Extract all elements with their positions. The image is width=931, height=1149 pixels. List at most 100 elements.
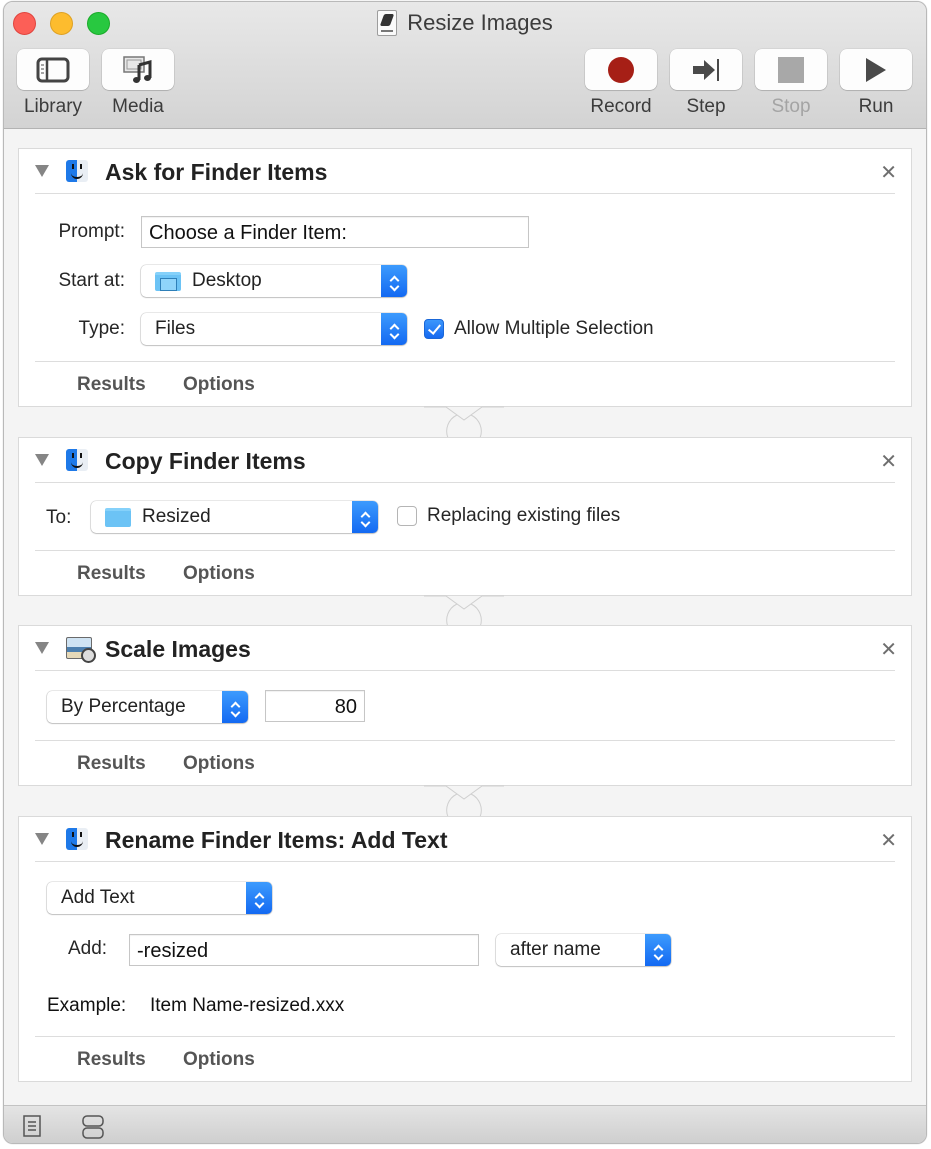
stop-label: Stop [771, 96, 811, 117]
replacing-existing-files-label[interactable]: Replacing existing files [427, 505, 620, 527]
remove-action-button[interactable]: ✕ [880, 160, 897, 185]
media-icon [123, 55, 152, 83]
action-title: Ask for Finder Items [105, 159, 328, 185]
finder-icon [66, 449, 88, 471]
bottom-bar [4, 1105, 926, 1143]
split-view-icon[interactable] [82, 1115, 104, 1139]
to-folder-value: Resized [142, 506, 211, 527]
popup-stepper-icon [381, 265, 407, 297]
remove-action-button[interactable]: ✕ [880, 449, 897, 474]
log-list-icon[interactable] [23, 1115, 41, 1137]
allow-multiple-selection-checkbox[interactable] [424, 319, 444, 339]
action-footer: Results Options [35, 361, 895, 406]
to-folder-popup[interactable]: Resized [91, 501, 378, 533]
results-tab[interactable]: Results [77, 563, 146, 585]
workflow-document-icon [377, 10, 398, 36]
record-button[interactable] [585, 49, 657, 90]
popup-stepper-icon [352, 501, 378, 533]
disclosure-triangle-icon[interactable] [35, 833, 49, 845]
window-title-bar: Resize Images [4, 10, 926, 36]
finder-icon [66, 160, 88, 182]
action-title: Copy Finder Items [105, 448, 306, 474]
record-icon [608, 56, 634, 83]
example-value: Item Name-resized.xxx [150, 995, 345, 1016]
scale-mode-value: By Percentage [61, 696, 186, 717]
options-tab[interactable]: Options [183, 374, 255, 396]
toolbar: Resize Images Library Media Record Step … [4, 2, 926, 129]
action-title: Scale Images [105, 636, 251, 662]
step-label: Step [686, 96, 726, 117]
stop-icon [778, 56, 804, 83]
action-footer: Results Options [35, 550, 895, 595]
finder-icon [66, 828, 88, 850]
disclosure-triangle-icon[interactable] [35, 165, 49, 177]
step-button[interactable] [670, 49, 742, 90]
action-copy-finder-items[interactable]: Copy Finder Items ✕ To: Resized Replacin… [18, 437, 912, 596]
options-tab[interactable]: Options [183, 753, 255, 775]
action-connector [424, 785, 504, 817]
popup-stepper-icon [381, 313, 407, 345]
action-rename-finder-items[interactable]: Rename Finder Items: Add Text ✕ Add Text… [18, 816, 912, 1082]
folder-icon [105, 508, 131, 527]
library-button[interactable] [17, 49, 89, 90]
add-position-popup[interactable]: after name [496, 934, 671, 966]
example-label: Example: [47, 995, 127, 1016]
rename-mode-value: Add Text [61, 887, 135, 908]
to-label: To: [46, 507, 72, 528]
add-text-field[interactable]: -resized [129, 934, 479, 966]
results-tab[interactable]: Results [77, 1049, 146, 1071]
add-position-value: after name [510, 939, 601, 960]
start-at-label: Start at: [58, 270, 125, 291]
prompt-label: Prompt: [58, 221, 125, 242]
action-header: Rename Finder Items: Add Text ✕ [35, 817, 897, 862]
action-footer: Results Options [35, 740, 895, 785]
action-title: Rename Finder Items: Add Text [105, 827, 448, 853]
popup-stepper-icon [645, 934, 671, 966]
step-icon [693, 58, 719, 81]
action-connector [424, 595, 504, 627]
action-scale-images[interactable]: Scale Images ✕ By Percentage 80 Results … [18, 625, 912, 786]
workflow-area: Ask for Finder Items ✕ Prompt: Choose a … [4, 130, 926, 1107]
add-label: Add: [68, 938, 108, 959]
popup-stepper-icon [246, 882, 272, 914]
desktop-folder-icon [155, 272, 181, 291]
window-title: Resize Images [407, 10, 553, 35]
record-label: Record [590, 96, 652, 117]
disclosure-triangle-icon[interactable] [35, 642, 49, 654]
start-at-value: Desktop [192, 270, 262, 291]
prompt-field[interactable]: Choose a Finder Item: [141, 216, 529, 248]
preview-icon [66, 637, 96, 663]
results-tab[interactable]: Results [77, 374, 146, 396]
allow-multiple-selection-label[interactable]: Allow Multiple Selection [454, 318, 654, 340]
action-header: Ask for Finder Items ✕ [35, 149, 897, 194]
run-label: Run [858, 96, 894, 117]
action-ask-for-finder-items[interactable]: Ask for Finder Items ✕ Prompt: Choose a … [18, 148, 912, 407]
run-button[interactable] [840, 49, 912, 90]
action-footer: Results Options [35, 1036, 895, 1081]
popup-stepper-icon [222, 691, 248, 723]
library-sidebar-icon [36, 57, 70, 82]
rename-mode-popup[interactable]: Add Text [47, 882, 272, 914]
automator-window: Resize Images Library Media Record Step … [3, 1, 927, 1144]
run-icon [866, 57, 886, 82]
options-tab[interactable]: Options [183, 563, 255, 585]
options-tab[interactable]: Options [183, 1049, 255, 1071]
results-tab[interactable]: Results [77, 753, 146, 775]
stop-button[interactable] [755, 49, 827, 90]
start-at-popup[interactable]: Desktop [141, 265, 407, 297]
remove-action-button[interactable]: ✕ [880, 828, 897, 853]
scale-mode-popup[interactable]: By Percentage [47, 691, 248, 723]
percentage-field[interactable]: 80 [265, 690, 365, 722]
action-header: Scale Images ✕ [35, 626, 897, 671]
type-popup[interactable]: Files [141, 313, 407, 345]
type-label: Type: [78, 318, 125, 339]
action-connector [424, 406, 504, 438]
disclosure-triangle-icon[interactable] [35, 454, 49, 466]
library-label: Library [23, 96, 83, 117]
media-label: Media [112, 96, 164, 117]
action-header: Copy Finder Items ✕ [35, 438, 897, 483]
remove-action-button[interactable]: ✕ [880, 637, 897, 662]
media-button[interactable] [102, 49, 174, 90]
type-value: Files [155, 318, 196, 339]
replacing-existing-files-checkbox[interactable] [397, 506, 417, 526]
